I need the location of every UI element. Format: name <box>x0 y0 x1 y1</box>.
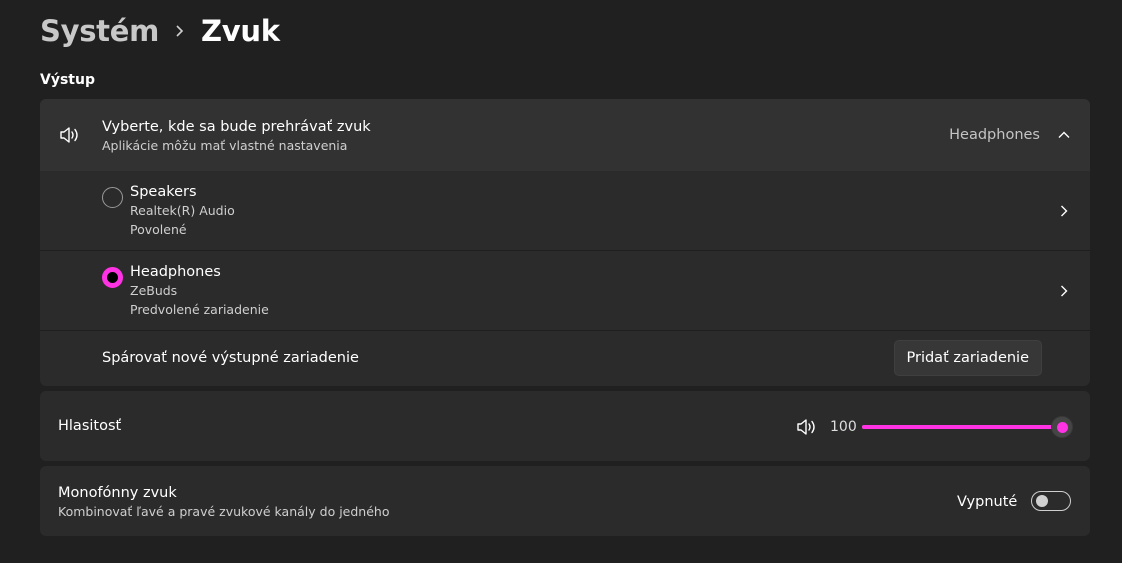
breadcrumb: Systém Zvuk <box>40 10 280 52</box>
breadcrumb-parent-link[interactable]: Systém <box>40 14 159 48</box>
output-header-subtitle: Aplikácie môžu mať vlastné nastavenia <box>102 138 348 153</box>
device-driver: Realtek(R) Audio <box>130 203 235 218</box>
mono-audio-state-label: Vypnuté <box>957 494 1018 510</box>
pair-device-label: Spárovať nové výstupné zariadenie <box>102 350 359 366</box>
device-status: Povolené <box>130 222 187 237</box>
mono-audio-title: Monofónny zvuk <box>58 485 177 501</box>
device-name: Speakers <box>130 184 197 200</box>
volume-slider[interactable] <box>862 416 1073 438</box>
volume-label: Hlasitosť <box>58 418 122 434</box>
device-name: Headphones <box>130 264 221 280</box>
mono-audio-toggle[interactable] <box>1031 491 1071 511</box>
speaker-icon <box>59 125 81 145</box>
selected-output-device: Headphones <box>949 127 1040 143</box>
device-driver: ZeBuds <box>130 283 178 298</box>
mono-audio-subtitle: Kombinovať ľavé a pravé zvukové kanály d… <box>58 504 390 519</box>
device-texts-speakers: Speakers Realtek(R) Audio Povolené <box>130 183 235 239</box>
output-card: Vyberte, kde sa bude prehrávať zvuk Apli… <box>40 99 1090 386</box>
device-row-speakers[interactable]: Speakers Realtek(R) Audio Povolené <box>40 171 1090 251</box>
mono-audio-card: Monofónny zvuk Kombinovať ľavé a pravé z… <box>40 466 1090 536</box>
breadcrumb-separator-icon <box>159 24 201 38</box>
speaker-icon[interactable] <box>796 417 818 437</box>
output-header-texts: Vyberte, kde sa bude prehrávať zvuk Apli… <box>102 118 371 154</box>
radio-headphones[interactable] <box>102 267 123 288</box>
volume-slider-fill <box>862 425 1062 429</box>
chevron-right-icon[interactable] <box>1056 203 1072 219</box>
mono-audio-texts: Monofónny zvuk Kombinovať ľavé a pravé z… <box>58 484 389 520</box>
pair-device-row: Spárovať nové výstupné zariadenie Pridať… <box>40 330 1090 386</box>
device-row-headphones[interactable]: Headphones ZeBuds Predvolené zariadenie <box>40 250 1090 330</box>
chevron-right-icon[interactable] <box>1056 283 1072 299</box>
output-header-title: Vyberte, kde sa bude prehrávať zvuk <box>102 119 371 135</box>
section-title-output: Výstup <box>40 72 95 88</box>
settings-page: Systém Zvuk Výstup Vyberte, kde sa bude … <box>0 0 1122 563</box>
toggle-knob <box>1036 495 1048 507</box>
volume-slider-thumb[interactable] <box>1051 416 1073 438</box>
add-device-button[interactable]: Pridať zariadenie <box>893 340 1042 376</box>
chevron-up-icon[interactable] <box>1056 127 1072 143</box>
volume-value: 100 <box>830 419 857 435</box>
volume-card: Hlasitosť 100 <box>40 391 1090 461</box>
radio-speakers[interactable] <box>102 187 123 208</box>
device-texts-headphones: Headphones ZeBuds Predvolené zariadenie <box>130 263 269 319</box>
output-device-expander[interactable]: Vyberte, kde sa bude prehrávať zvuk Apli… <box>40 99 1090 171</box>
device-status: Predvolené zariadenie <box>130 302 269 317</box>
page-title: Zvuk <box>201 14 280 48</box>
volume-slider-thumb-dot <box>1056 421 1068 433</box>
